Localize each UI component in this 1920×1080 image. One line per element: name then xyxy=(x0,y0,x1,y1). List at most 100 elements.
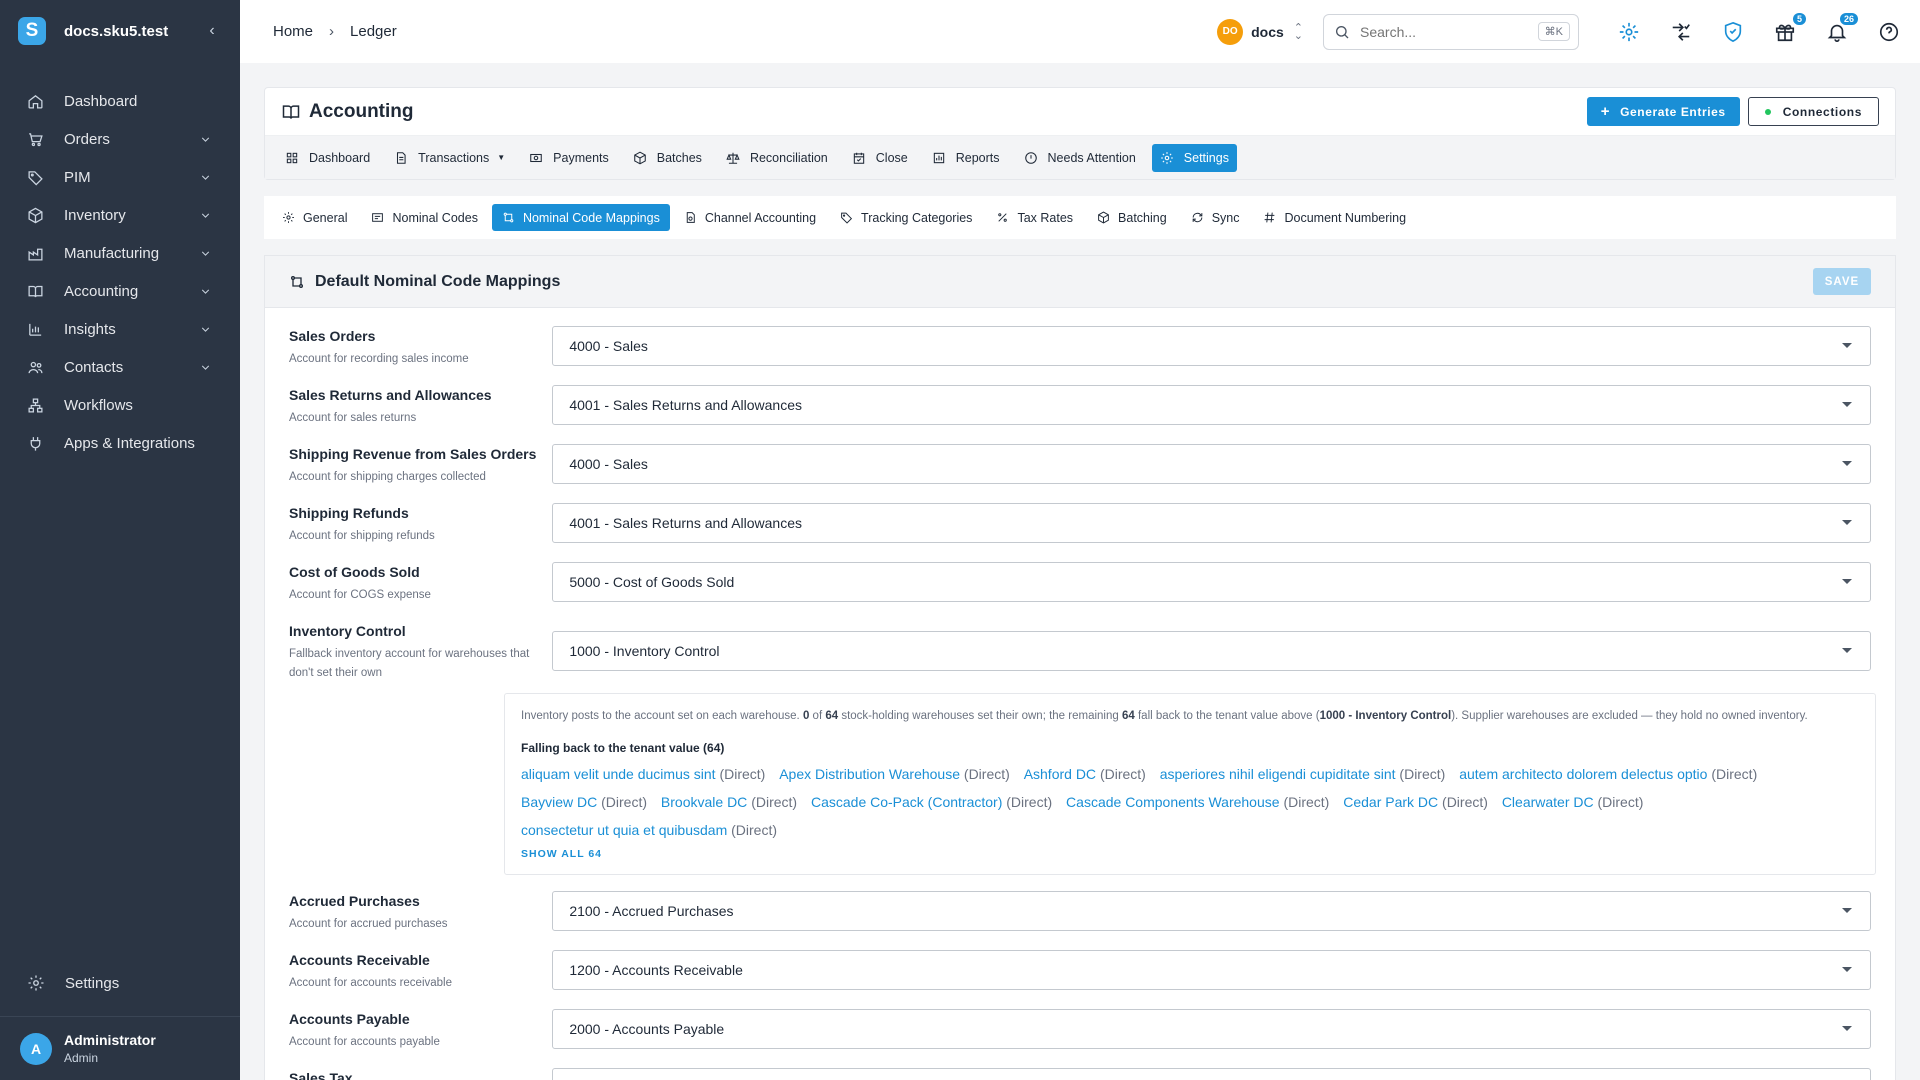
chevron-down-icon[interactable] xyxy=(199,285,212,298)
tenant-switcher[interactable]: DO docs ⌃ ⌄ xyxy=(1217,18,1303,45)
sidebar-item-apps-integrations[interactable]: Apps & Integrations xyxy=(0,424,240,462)
notifications-button[interactable]: 26 xyxy=(1824,12,1858,45)
search-box[interactable]: ⌘K xyxy=(1323,13,1579,50)
compare-button[interactable] xyxy=(1668,19,1694,45)
chevron-down-icon[interactable] xyxy=(199,133,212,146)
sales-returns-select[interactable]: 4001 - Sales Returns and Allowances xyxy=(552,385,1871,425)
breadcrumb-current: Ledger xyxy=(350,23,397,40)
list-item: Ashford DC (Direct) xyxy=(1024,760,1146,788)
generate-entries-button[interactable]: + Generate Entries xyxy=(1586,97,1740,126)
select-value: 5000 - Cost of Goods Sold xyxy=(569,574,735,590)
warehouse-link[interactable]: Cascade Components Warehouse xyxy=(1066,794,1280,810)
dropdown-arrow-icon xyxy=(1842,343,1852,348)
tab-transactions[interactable]: Transactions ▼ xyxy=(386,144,513,172)
subtab-tracking-categories[interactable]: Tracking Categories xyxy=(830,204,982,231)
warehouse-link[interactable]: Ashford DC xyxy=(1024,766,1096,782)
warehouse-link[interactable]: Bayview DC xyxy=(521,794,597,810)
subtab-batching[interactable]: Batching xyxy=(1087,204,1177,231)
subtab-channel-accounting[interactable]: Channel Accounting xyxy=(674,204,826,231)
shipping-revenue-select[interactable]: 4000 - Sales xyxy=(552,444,1871,484)
ai-sparkle-button[interactable] xyxy=(1616,19,1642,45)
mapping-row-inventory-control: Inventory Control Fallback inventory acc… xyxy=(289,621,1871,683)
select-value: 4001 - Sales Returns and Allowances xyxy=(569,515,803,531)
tenant-domain: docs.sku5.test xyxy=(64,22,169,40)
mapping-title: Inventory Control xyxy=(289,623,406,639)
collapse-sidebar-icon[interactable]: ‹ xyxy=(202,22,222,40)
chevron-down-icon[interactable] xyxy=(199,247,212,260)
chevron-down-icon[interactable] xyxy=(199,323,212,336)
accrued-purchases-select[interactable]: 2100 - Accrued Purchases xyxy=(552,891,1871,931)
warehouse-link[interactable]: Brookvale DC xyxy=(661,794,747,810)
accounts-receivable-select[interactable]: 1200 - Accounts Receivable xyxy=(552,950,1871,990)
tab-needs-attention[interactable]: Needs Attention xyxy=(1016,144,1144,172)
sidebar-item-inventory[interactable]: Inventory xyxy=(0,196,240,234)
chevron-down-icon[interactable] xyxy=(199,171,212,184)
show-all-warehouses-link[interactable]: SHOW ALL 64 xyxy=(521,844,1859,864)
warehouse-link[interactable]: Cedar Park DC xyxy=(1343,794,1438,810)
sidebar-item-settings[interactable]: Settings xyxy=(0,964,240,1002)
tab-dashboard[interactable]: Dashboard xyxy=(277,144,378,172)
warehouse-link[interactable]: consectetur ut quia et quibusdam xyxy=(521,822,727,838)
list-item: consectetur ut quia et quibusdam (Direct… xyxy=(521,816,777,844)
mapping-label: Inventory Control Fallback inventory acc… xyxy=(289,621,552,683)
gifts-badge: 5 xyxy=(1792,12,1806,25)
cogs-select[interactable]: 5000 - Cost of Goods Sold xyxy=(552,562,1871,602)
tab-label: Dashboard xyxy=(309,150,371,165)
tenant-badge: DO xyxy=(1217,18,1244,45)
up-down-chevron-icon: ⌃ ⌄ xyxy=(1293,21,1303,42)
security-button[interactable] xyxy=(1720,19,1746,45)
tab-reconciliation[interactable]: Reconciliation xyxy=(718,144,836,172)
sidebar-item-pim[interactable]: PIM xyxy=(0,158,240,196)
warehouse-link[interactable]: Clearwater DC xyxy=(1502,794,1594,810)
tab-payments[interactable]: Payments xyxy=(521,144,617,172)
subtab-label: Document Numbering xyxy=(1284,210,1407,225)
sparkle-icon xyxy=(1619,22,1639,41)
shipping-refunds-select[interactable]: 4001 - Sales Returns and Allowances xyxy=(552,503,1871,543)
user-menu[interactable]: A Administrator Admin xyxy=(0,1016,240,1080)
subtab-nominal-code-mappings[interactable]: Nominal Code Mappings xyxy=(491,204,670,231)
accounts-payable-select[interactable]: 2000 - Accounts Payable xyxy=(552,1009,1871,1049)
tab-batches[interactable]: Batches xyxy=(625,144,710,172)
dropdown-arrow-icon xyxy=(1842,1026,1852,1031)
breadcrumb-home[interactable]: Home xyxy=(273,23,313,40)
warehouse-link[interactable]: asperiores nihil eligendi cupiditate sin… xyxy=(1160,766,1396,782)
subtab-sync[interactable]: Sync xyxy=(1181,204,1250,231)
chevron-down-icon[interactable] xyxy=(199,361,212,374)
gear-icon xyxy=(28,975,44,991)
subtab-label: General xyxy=(303,210,348,225)
warehouse-link[interactable]: Apex Distribution Warehouse xyxy=(779,766,960,782)
warehouse-link[interactable]: autem architecto dolorem delectus optio xyxy=(1459,766,1707,782)
subtab-document-numbering[interactable]: Document Numbering xyxy=(1253,204,1416,231)
chevron-down-icon[interactable] xyxy=(199,209,212,222)
sidebar-item-insights[interactable]: Insights xyxy=(0,310,240,348)
save-button[interactable]: SAVE xyxy=(1813,268,1871,295)
subtab-general[interactable]: General xyxy=(272,204,357,231)
gifts-button[interactable]: 5 xyxy=(1772,12,1806,45)
sidebar-item-orders[interactable]: Orders xyxy=(0,120,240,158)
help-button[interactable] xyxy=(1876,19,1902,45)
sidebar-item-dashboard[interactable]: Dashboard xyxy=(0,82,240,120)
sidebar-footer: Settings A Administrator Admin xyxy=(0,964,240,1080)
tab-settings[interactable]: Settings xyxy=(1151,143,1237,172)
subtab-tax-rates[interactable]: Tax Rates xyxy=(986,204,1083,231)
list-item: Cascade Components Warehouse (Direct) xyxy=(1066,788,1329,816)
list-item: Clearwater DC (Direct) xyxy=(1502,788,1644,816)
inventory-control-select[interactable]: 1000 - Inventory Control xyxy=(552,631,1871,671)
list-item: Cedar Park DC (Direct) xyxy=(1343,788,1488,816)
sidebar-item-workflows[interactable]: Workflows xyxy=(0,386,240,424)
sidebar-item-contacts[interactable]: Contacts xyxy=(0,348,240,386)
sales-orders-select[interactable]: 4000 - Sales xyxy=(552,326,1871,366)
dropdown-arrow-icon xyxy=(1842,402,1852,407)
mapping-label: Accrued Purchases Account for accrued pu… xyxy=(289,891,552,934)
search-input[interactable] xyxy=(1360,23,1538,40)
warehouse-link[interactable]: Cascade Co-Pack (Contractor) xyxy=(811,794,1002,810)
subtab-nominal-codes[interactable]: Nominal Codes xyxy=(361,204,487,231)
warehouse-link[interactable]: aliquam velit unde ducimus sint xyxy=(521,766,716,782)
tab-close[interactable]: Close xyxy=(844,144,916,172)
sales-tax-select[interactable] xyxy=(552,1068,1871,1080)
connections-button[interactable]: Connections xyxy=(1747,97,1879,126)
app-logo[interactable]: S xyxy=(18,17,46,45)
sidebar-item-accounting[interactable]: Accounting xyxy=(0,272,240,310)
tab-reports[interactable]: Reports xyxy=(924,144,1008,172)
sidebar-item-manufacturing[interactable]: Manufacturing xyxy=(0,234,240,272)
